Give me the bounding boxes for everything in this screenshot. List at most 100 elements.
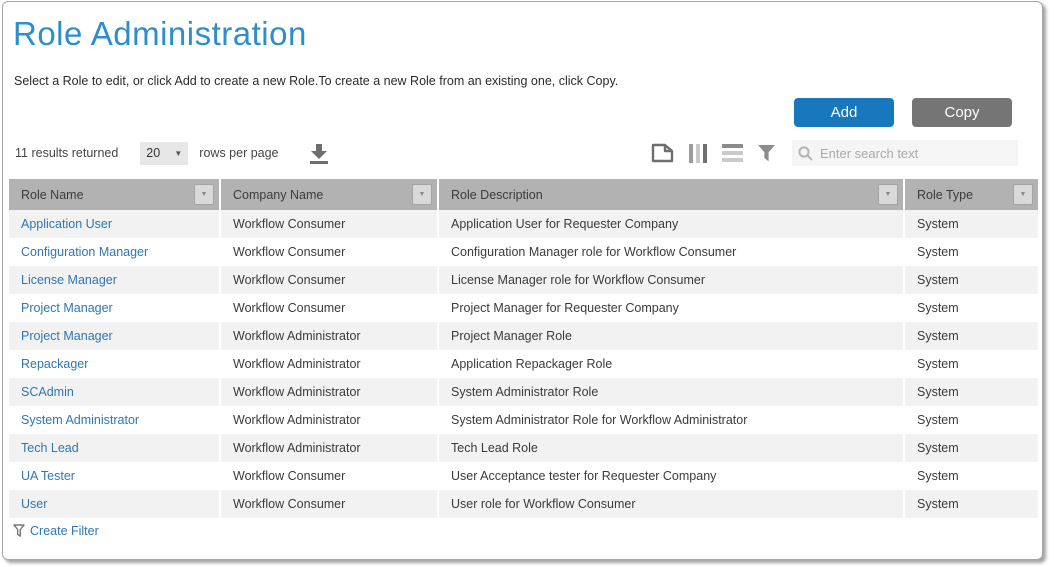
column-header-label: Role Type bbox=[917, 188, 973, 202]
search-box bbox=[792, 140, 1018, 166]
add-button[interactable]: Add bbox=[794, 98, 894, 127]
table-row: Repackager Workflow AdministratorApplicat… bbox=[9, 350, 1038, 378]
grid-toolbar: 11 results returned 20 ▼ rows per page bbox=[15, 139, 1018, 167]
role-name-cell: SCAdmin bbox=[9, 378, 220, 406]
role-type-cell: System bbox=[904, 238, 1038, 266]
toolbar-right bbox=[636, 140, 1018, 166]
company-name-cell: Workflow Consumer bbox=[220, 210, 438, 238]
role-name-cell: Tech Lead bbox=[9, 434, 220, 462]
table-row: License Manager Workflow ConsumerLicense … bbox=[9, 266, 1038, 294]
role-name-link[interactable]: SCAdmin bbox=[21, 385, 74, 399]
table-row: Application User Workflow ConsumerApplica… bbox=[9, 210, 1038, 238]
role-type-cell: System bbox=[904, 322, 1038, 350]
role-type-cell: System bbox=[904, 266, 1038, 294]
role-name-link[interactable]: UA Tester bbox=[21, 469, 75, 483]
toolbar-left: 11 results returned 20 ▼ rows per page bbox=[15, 142, 331, 165]
action-buttons: Add Copy bbox=[3, 98, 1012, 127]
column-header-role-name[interactable]: Role Name ▼ bbox=[9, 179, 220, 210]
column-filter-dropdown-icon[interactable]: ▼ bbox=[878, 184, 898, 205]
download-icon[interactable] bbox=[307, 142, 331, 165]
table-footer: Create Filter bbox=[13, 524, 1042, 538]
company-name-cell: Workflow Consumer bbox=[220, 490, 438, 518]
create-filter-link[interactable]: Create Filter bbox=[30, 524, 99, 538]
results-count: 11 results returned bbox=[15, 146, 118, 160]
role-name-link[interactable]: Configuration Manager bbox=[21, 245, 148, 259]
filter-icon[interactable] bbox=[758, 145, 775, 162]
company-name-cell: Workflow Administrator bbox=[220, 406, 438, 434]
export-page-icon[interactable] bbox=[651, 143, 674, 163]
role-name-cell: UA Tester bbox=[9, 462, 220, 490]
create-filter-icon bbox=[13, 524, 25, 538]
role-type-cell: System bbox=[904, 378, 1038, 406]
role-name-cell: Project Manager bbox=[9, 322, 220, 350]
column-header-label: Company Name bbox=[233, 188, 323, 202]
role-description-cell: Application Repackager Role bbox=[438, 350, 904, 378]
role-description-cell: Project Manager for Requester Company bbox=[438, 294, 904, 322]
table-row: Tech Lead Workflow AdministratorTech Lead… bbox=[9, 434, 1038, 462]
role-description-cell: User role for Workflow Consumer bbox=[438, 490, 904, 518]
company-name-cell: Workflow Administrator bbox=[220, 434, 438, 462]
role-name-cell: System Administrator bbox=[9, 406, 220, 434]
company-name-cell: Workflow Consumer bbox=[220, 462, 438, 490]
chevron-down-icon: ▼ bbox=[174, 149, 182, 158]
role-description-cell: Tech Lead Role bbox=[438, 434, 904, 462]
company-name-cell: Workflow Administrator bbox=[220, 350, 438, 378]
company-name-cell: Workflow Consumer bbox=[220, 294, 438, 322]
role-type-cell: System bbox=[904, 462, 1038, 490]
column-filter-dropdown-icon[interactable]: ▼ bbox=[412, 184, 432, 205]
table-row: System Administrator Workflow Administrat… bbox=[9, 406, 1038, 434]
rows-per-page-select[interactable]: 20 ▼ bbox=[140, 142, 188, 165]
company-name-cell: Workflow Administrator bbox=[220, 322, 438, 350]
page-subtitle: Select a Role to edit, or click Add to c… bbox=[14, 74, 1042, 88]
company-name-cell: Workflow Consumer bbox=[220, 266, 438, 294]
table-row: SCAdmin Workflow AdministratorSystem Admi… bbox=[9, 378, 1038, 406]
role-type-cell: System bbox=[904, 406, 1038, 434]
role-type-cell: System bbox=[904, 434, 1038, 462]
table-row: Project Manager Workflow AdministratorPro… bbox=[9, 322, 1038, 350]
role-administration-page: Role Administration Select a Role to edi… bbox=[2, 1, 1043, 560]
role-name-link[interactable]: Project Manager bbox=[21, 329, 113, 343]
role-name-link[interactable]: License Manager bbox=[21, 273, 117, 287]
column-filter-dropdown-icon[interactable]: ▼ bbox=[1013, 184, 1033, 205]
columns-icon[interactable] bbox=[689, 144, 707, 163]
column-header-label: Role Name bbox=[21, 188, 84, 202]
role-name-link[interactable]: Repackager bbox=[21, 357, 88, 371]
column-header-role-type[interactable]: Role Type ▼ bbox=[904, 179, 1038, 210]
search-input[interactable] bbox=[820, 146, 1012, 161]
role-description-cell: System Administrator Role for Workflow A… bbox=[438, 406, 904, 434]
role-description-cell: Application User for Requester Company bbox=[438, 210, 904, 238]
role-name-link[interactable]: System Administrator bbox=[21, 413, 139, 427]
role-description-cell: Project Manager Role bbox=[438, 322, 904, 350]
column-header-role-description[interactable]: Role Description ▼ bbox=[438, 179, 904, 210]
table-header-row: Role Name ▼ Company Name ▼ Role Description ▼… bbox=[9, 179, 1038, 210]
table-row: Configuration Manager Workflow ConsumerCo… bbox=[9, 238, 1038, 266]
company-name-cell: Workflow Administrator bbox=[220, 378, 438, 406]
role-name-link[interactable]: Tech Lead bbox=[21, 441, 79, 455]
table-row: Project Manager Workflow ConsumerProject … bbox=[9, 294, 1038, 322]
table-body: Application UserWorkflow ConsumerApplica… bbox=[9, 210, 1038, 518]
table-row: User Workflow ConsumerUser role for Workf… bbox=[9, 490, 1038, 518]
column-header-company-name[interactable]: Company Name ▼ bbox=[220, 179, 438, 210]
role-type-cell: System bbox=[904, 210, 1038, 238]
column-header-label: Role Description bbox=[451, 188, 543, 202]
role-description-cell: System Administrator Role bbox=[438, 378, 904, 406]
roles-table: Role Name ▼ Company Name ▼ Role Description ▼… bbox=[9, 179, 1038, 518]
role-description-cell: Configuration Manager role for Workflow … bbox=[438, 238, 904, 266]
copy-button[interactable]: Copy bbox=[912, 98, 1012, 127]
rows-icon[interactable] bbox=[722, 144, 743, 162]
rows-per-page-value: 20 bbox=[146, 146, 160, 160]
role-description-cell: User Acceptance tester for Requester Com… bbox=[438, 462, 904, 490]
page-title: Role Administration bbox=[13, 15, 1042, 53]
role-type-cell: System bbox=[904, 294, 1038, 322]
role-name-cell: User bbox=[9, 490, 220, 518]
role-type-cell: System bbox=[904, 350, 1038, 378]
role-name-link[interactable]: User bbox=[21, 497, 47, 511]
role-name-link[interactable]: Application User bbox=[21, 217, 112, 231]
role-name-link[interactable]: Project Manager bbox=[21, 301, 113, 315]
role-name-cell: Repackager bbox=[9, 350, 220, 378]
role-description-cell: License Manager role for Workflow Consum… bbox=[438, 266, 904, 294]
role-type-cell: System bbox=[904, 490, 1038, 518]
rows-per-page-label: rows per page bbox=[199, 146, 278, 160]
company-name-cell: Workflow Consumer bbox=[220, 238, 438, 266]
column-filter-dropdown-icon[interactable]: ▼ bbox=[194, 184, 214, 205]
